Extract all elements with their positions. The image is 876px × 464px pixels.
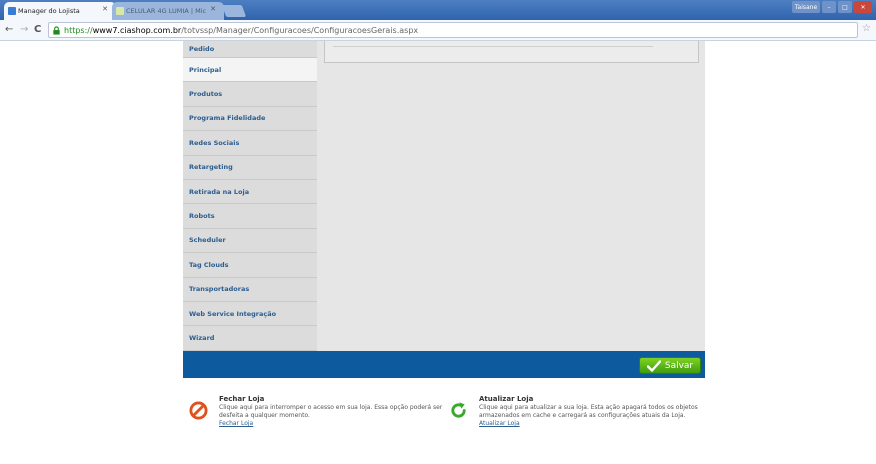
sidebar-item-retargeting[interactable]: Retargeting (183, 155, 317, 180)
lock-icon (53, 25, 60, 35)
save-button-label: Salvar (664, 360, 694, 371)
forward-arrow-icon[interactable]: → (20, 24, 28, 35)
tab-title: Manager do Lojista (18, 7, 80, 15)
url-scheme: https:// (64, 25, 93, 35)
content-panel (324, 41, 699, 63)
refresh-icon[interactable] (449, 401, 468, 420)
settings-panel: Pedido Principal Produtos Programa Fidel… (183, 41, 705, 351)
browser-tab-manager[interactable]: Manager do Lojista ✕ (4, 2, 116, 20)
sidebar-item-web-service-integracao[interactable]: Web Service Integração (183, 301, 317, 327)
maximize-icon[interactable]: □ (838, 1, 852, 13)
save-button[interactable]: Salvar (639, 357, 701, 374)
manager-favicon-icon (8, 7, 16, 15)
tab-title: CELULAR 4G LUMIA | Mic (126, 7, 207, 15)
url-path: /totvssp/Manager/Configuracoes/Configura… (181, 25, 419, 35)
browser-tab-celular[interactable]: CELULAR 4G LUMIA | Mic ✕ (112, 2, 224, 20)
sidebar-item-retirada-na-loja[interactable]: Retirada na Loja (183, 179, 317, 205)
checkmark-icon (646, 359, 661, 372)
refresh-store-description: Clique aqui para atualizar a sua loja. E… (479, 404, 698, 419)
close-store-link[interactable]: Fechar Loja (219, 420, 459, 427)
browser-tabstrip: Manager do Lojista ✕ CELULAR 4G LUMIA | … (0, 0, 876, 20)
action-bar: Salvar (183, 351, 705, 378)
new-tab-button[interactable] (221, 5, 247, 17)
sidebar-item-robots[interactable]: Robots (183, 204, 317, 229)
url-host: www7.ciashop.com.br (92, 25, 182, 35)
content-divider (333, 41, 653, 47)
sidebar-item-pedido[interactable]: Pedido (183, 41, 317, 58)
prohibited-icon[interactable] (189, 401, 208, 420)
refresh-store-title: Atualizar Loja (479, 395, 534, 403)
sidebar-item-tag-clouds[interactable]: Tag Clouds (183, 253, 317, 278)
close-store-title: Fechar Loja (219, 395, 265, 403)
address-bar[interactable]: https://www7.ciashop.com.br/totvssp/Mana… (48, 22, 858, 38)
refresh-store-link[interactable]: Atualizar Loja (479, 420, 719, 427)
sidebar-item-programa-fidelidade[interactable]: Programa Fidelidade (183, 106, 317, 132)
close-store-description: Clique aqui para interromper o acesso em… (219, 404, 443, 419)
close-icon[interactable]: ✕ (210, 5, 216, 13)
sidebar-item-redes-sociais[interactable]: Redes Sociais (183, 131, 317, 156)
sidebar-item-scheduler[interactable]: Scheduler (183, 228, 317, 254)
store-favicon-icon (116, 7, 124, 15)
reload-icon[interactable]: C (34, 24, 41, 35)
sidebar-item-principal[interactable]: Principal (183, 58, 317, 83)
sidebar-item-transportadoras[interactable]: Transportadoras (183, 277, 317, 302)
sidebar-item-produtos[interactable]: Produtos (183, 82, 317, 107)
window-controls: Taisane – □ ✕ (792, 1, 872, 13)
back-arrow-icon[interactable]: ← (5, 24, 13, 35)
minimize-icon[interactable]: – (822, 1, 836, 13)
settings-sidebar: Pedido Principal Produtos Programa Fidel… (183, 41, 317, 351)
bookmark-star-icon[interactable]: ☆ (862, 23, 871, 34)
profile-button[interactable]: Taisane (792, 1, 820, 13)
browser-toolbar: ← → C https://www7.ciashop.com.br/totvss… (0, 20, 876, 41)
close-icon[interactable]: ✕ (102, 5, 108, 13)
window-close-icon[interactable]: ✕ (854, 1, 872, 13)
sidebar-item-wizard[interactable]: Wizard (183, 326, 317, 351)
